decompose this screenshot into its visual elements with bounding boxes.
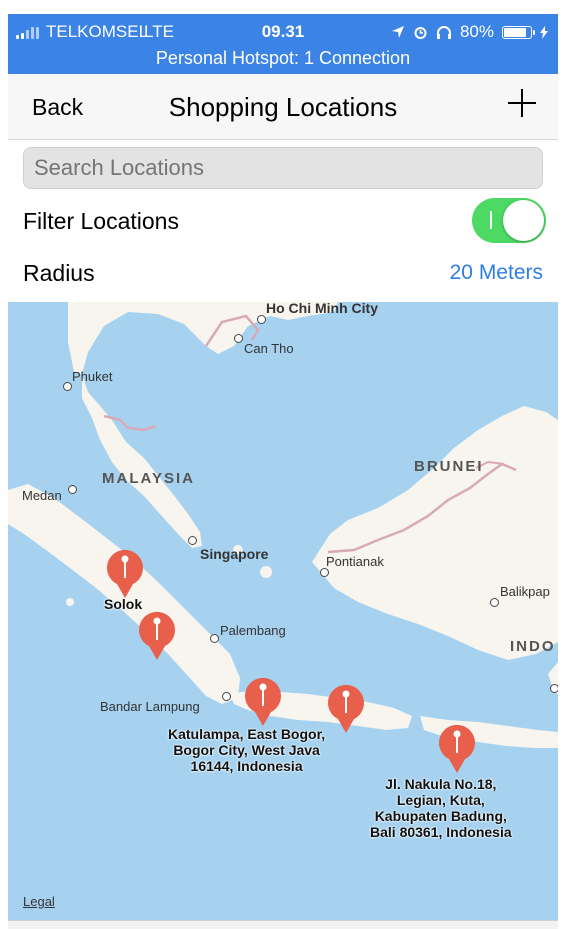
search-input[interactable] (23, 147, 543, 189)
filter-locations-label: Filter Locations (23, 208, 179, 234)
battery-fill (504, 27, 527, 37)
add-location-button[interactable] (508, 89, 536, 117)
alarm-icon (414, 26, 427, 39)
radius-label: Radius (23, 260, 95, 286)
status-bar: TELKOMSEL LTE 09.31 80% Personal Hotspot… (8, 14, 558, 74)
pin-label-solok: Solok (104, 596, 143, 612)
city-dot (222, 692, 231, 701)
city-dot (68, 485, 77, 494)
filter-locations-toggle[interactable] (472, 198, 546, 243)
city-dot (490, 598, 499, 607)
screen-edge (0, 0, 8, 928)
city-dot (234, 334, 243, 343)
pin-label-bogor: Katulampa, East Bogor, Bogor City, West … (168, 726, 326, 774)
map-pin[interactable] (326, 683, 366, 735)
city-dot (210, 634, 219, 643)
map-label-palembang: Palembang (220, 623, 286, 638)
map-view[interactable]: Ho Chi Minh City Can Tho Phuket Medan Si… (8, 302, 558, 920)
map-label-medan: Medan (22, 488, 62, 503)
status-row: TELKOMSEL LTE 09.31 80% (8, 22, 558, 44)
map-pin[interactable] (137, 610, 177, 662)
map-pin[interactable] (105, 548, 145, 600)
toggle-on-mark (490, 211, 492, 229)
map-label-singapore: Singapore (200, 546, 269, 562)
charging-bolt-icon (540, 25, 548, 39)
map-country-brunei: BRUNEI (414, 458, 484, 475)
city-dot (320, 568, 329, 577)
map-label-balikpapan: Balikpap (500, 584, 550, 599)
hotspot-banner[interactable]: Personal Hotspot: 1 Connection (8, 48, 558, 69)
map-pin[interactable] (437, 723, 477, 775)
battery-percent: 80% (459, 22, 494, 41)
map-country-indonesia: INDO (510, 638, 556, 655)
page-title: Shopping Locations (168, 92, 398, 122)
pin-label-bali: Jl. Nakula No.18, Legian, Kuta, Kabupate… (370, 776, 512, 840)
city-dot (550, 684, 558, 693)
city-dot (63, 382, 72, 391)
map-label-bandar-lampung: Bandar Lampung (100, 699, 200, 714)
map-label-phuket: Phuket (72, 369, 113, 384)
map-label-ho-chi-minh: Ho Chi Minh City (266, 302, 378, 316)
map-pin[interactable] (243, 676, 283, 728)
headphones-icon (436, 25, 451, 39)
map-legal-link[interactable]: Legal (23, 894, 55, 909)
radius-value[interactable]: 20 Meters (450, 261, 543, 285)
navigation-bar: Back Shopping Locations (8, 74, 558, 140)
toggle-knob (503, 200, 544, 241)
map-country-malaysia: MALAYSIA (102, 470, 195, 487)
city-dot (188, 536, 197, 545)
city-dot (257, 315, 266, 324)
map-label-pontianak: Pontianak (326, 554, 384, 569)
battery-icon (502, 25, 535, 39)
status-icons: 80% (391, 22, 548, 42)
location-arrow-icon (391, 26, 404, 38)
map-label-can-tho: Can Tho (244, 341, 294, 356)
